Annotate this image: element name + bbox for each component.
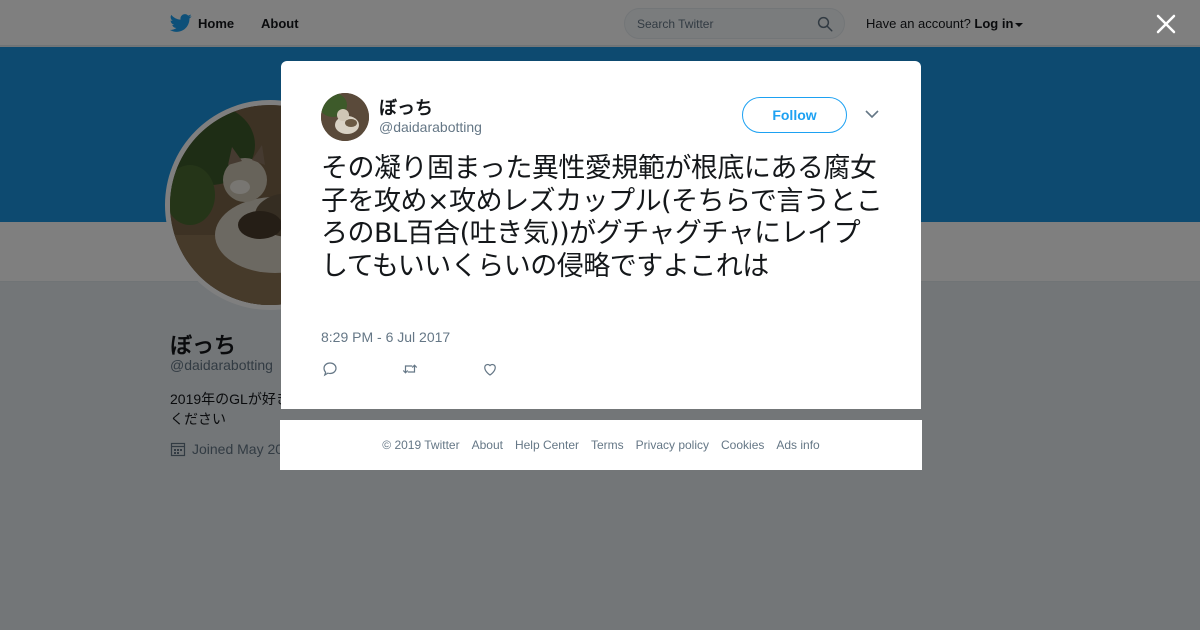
tweet-timestamp[interactable]: 8:29 PM - 6 Jul 2017 xyxy=(321,329,450,345)
like-button[interactable] xyxy=(481,359,561,379)
follow-button[interactable]: Follow xyxy=(742,97,847,133)
retweet-icon xyxy=(402,364,418,374)
reply-button[interactable] xyxy=(321,359,401,379)
footer-link-terms[interactable]: Terms xyxy=(591,438,624,452)
reply-icon xyxy=(323,362,337,377)
tweet-text: その凝り固まった異性愛規範が根底にある腐女子を攻め×攻めレズカップル(そちらで言… xyxy=(321,153,883,282)
retweet-button[interactable] xyxy=(401,359,481,379)
footer-link-cookies[interactable]: Cookies xyxy=(721,438,764,452)
tweet-author-name[interactable]: ぼっち xyxy=(379,94,433,120)
tweet-author-handle[interactable]: @daidarabotting xyxy=(379,119,482,135)
chevron-down-icon[interactable] xyxy=(865,109,879,119)
close-icon[interactable] xyxy=(1154,12,1178,36)
footer-link-ads-info[interactable]: Ads info xyxy=(776,438,819,452)
footer-link-privacy[interactable]: Privacy policy xyxy=(636,438,709,452)
cat-photo-small xyxy=(321,93,369,141)
footer-link-about[interactable]: About xyxy=(472,438,503,452)
footer-copyright: © 2019 Twitter xyxy=(382,438,460,452)
like-icon xyxy=(484,363,496,376)
footer-link-help-center[interactable]: Help Center xyxy=(515,438,579,452)
tweet-modal: ぼっち @daidarabotting Follow その凝り固まった異性愛規範… xyxy=(281,61,921,409)
tweet-author-avatar[interactable] xyxy=(321,93,369,141)
tweet-actions xyxy=(321,359,561,379)
modal-footer: © 2019 Twitter About Help Center Terms P… xyxy=(280,420,922,470)
